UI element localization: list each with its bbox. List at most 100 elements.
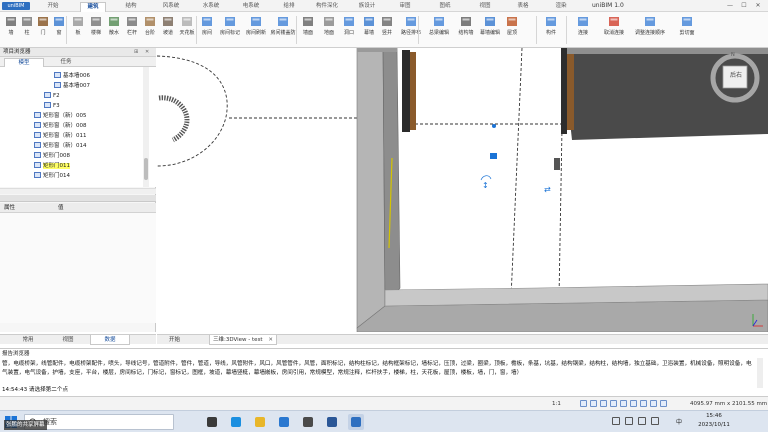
room-cover-button[interactable]: 房间镂盖防	[270, 14, 296, 46]
tab-view[interactable]: 视图	[474, 2, 496, 12]
tab-data[interactable]: 数据	[90, 335, 130, 345]
tab-start[interactable]: 开始	[42, 2, 64, 12]
tab-air-system[interactable]: 风系统	[158, 2, 184, 12]
door-jamb-right[interactable]	[567, 54, 574, 130]
file-explorer-icon[interactable]	[252, 414, 268, 430]
ramp-button[interactable]: 坡道	[160, 14, 176, 46]
grid-icon[interactable]	[600, 400, 607, 407]
track-icon[interactable]	[630, 400, 637, 407]
maximize-button[interactable]: ☐	[738, 1, 750, 11]
viewport-canvas[interactable]: ⇄ ↕	[157, 48, 768, 332]
wall-right-block[interactable]	[562, 48, 768, 140]
flip-arrows-icon[interactable]: ⇄	[544, 185, 551, 194]
tree-scroll-thumb[interactable]	[144, 158, 148, 180]
mail-icon[interactable]	[276, 414, 292, 430]
tab-model[interactable]: 模型	[4, 58, 44, 67]
beam-edit-button[interactable]: 总梁编辑	[426, 14, 452, 46]
edge-icon[interactable]	[228, 414, 244, 430]
wall-left[interactable]	[356, 48, 386, 329]
tab-structure[interactable]: 结构	[120, 2, 142, 12]
rotate-arrows-icon[interactable]: ↕	[482, 181, 489, 190]
room-tag-button[interactable]: 房间标记	[218, 14, 242, 46]
splitter[interactable]	[0, 195, 156, 202]
lineweight-icon[interactable]	[640, 400, 647, 407]
shaft-button[interactable]: 竖井	[378, 14, 396, 46]
polar-icon[interactable]	[610, 400, 617, 407]
tab-drainage[interactable]: 给排	[278, 2, 300, 12]
element-marker[interactable]	[490, 153, 497, 159]
arc-stair-element[interactable]	[158, 95, 190, 143]
word-icon[interactable]	[324, 414, 340, 430]
device-element[interactable]	[554, 158, 560, 170]
model-icon[interactable]	[650, 400, 657, 407]
tree-item[interactable]: F3	[44, 101, 60, 111]
app-logo[interactable]: uniBIM	[2, 2, 30, 10]
tree-item[interactable]: 矩形窗（新）008	[34, 121, 87, 131]
tab-task[interactable]: 任务	[46, 58, 86, 67]
section-box-button[interactable]: 剪切面	[672, 14, 702, 46]
tree-item[interactable]: 矩形窗（新）011	[34, 131, 87, 141]
tab-water-system[interactable]: 水系统	[198, 2, 224, 12]
float-panel-button[interactable]: ⊞	[134, 48, 138, 57]
ceiling-button[interactable]: 天花板	[178, 14, 196, 46]
floor-button[interactable]: 地面	[320, 14, 338, 46]
component-button[interactable]: 构件	[540, 14, 562, 46]
step-button[interactable]: 台阶	[142, 14, 158, 46]
network-icon[interactable]	[625, 417, 633, 425]
osnap-icon[interactable]	[620, 400, 627, 407]
tree-item[interactable]: F2	[44, 91, 60, 101]
stair-button[interactable]: 楼梯	[88, 14, 104, 46]
scale-readout[interactable]: 1:1	[552, 399, 561, 409]
unibim-icon[interactable]	[348, 414, 364, 430]
tree-hscrollbar[interactable]	[0, 188, 156, 194]
opening-button[interactable]: 洞口	[340, 14, 358, 46]
tab-render[interactable]: 渲染	[550, 2, 572, 12]
doc-tab-start[interactable]: 开始	[169, 335, 180, 345]
volume-icon[interactable]	[638, 417, 646, 425]
window-button[interactable]: 窗	[52, 14, 66, 46]
doc-tab-3dview[interactable]: 三维:3DView - test ✕	[209, 335, 277, 345]
door-button[interactable]: 门	[36, 14, 50, 46]
column-button[interactable]: 柱	[20, 14, 34, 46]
tree-item[interactable]: 矩形门008	[34, 151, 70, 161]
element-grip[interactable]	[492, 124, 496, 128]
door-frame-left[interactable]	[402, 50, 410, 132]
tree-item[interactable]: 矩形窗（新）005	[34, 111, 87, 121]
join-order-button[interactable]: 调整连接顺序	[632, 14, 668, 46]
tree-item[interactable]: 矩形窗（新）014	[34, 141, 87, 151]
ortho-icon[interactable]	[590, 400, 597, 407]
door-jamb-left[interactable]	[410, 52, 416, 130]
tab-common[interactable]: 常用	[8, 335, 48, 345]
wall-button[interactable]: 墙	[4, 14, 18, 46]
doc-tab-close-icon[interactable]: ✕	[268, 337, 273, 343]
curtain-edit-button[interactable]: 幕墙编辑	[480, 14, 500, 46]
command-line[interactable]: 14:54:43 请选择第二个点	[0, 385, 768, 395]
curtain-wall-button[interactable]: 幕墙	[360, 14, 378, 46]
tab-review[interactable]: 审图	[394, 2, 416, 12]
apron-button[interactable]: 散水	[106, 14, 122, 46]
task-view-icon[interactable]	[204, 414, 220, 430]
tab-architecture[interactable]: 建筑	[80, 2, 106, 12]
input-icon[interactable]	[651, 417, 659, 425]
tree-item[interactable]: 基本墙006	[54, 71, 90, 81]
tree-item[interactable]: 矩形门014	[34, 171, 70, 181]
unjoin-button[interactable]: 取消连接	[600, 14, 628, 46]
tab-views[interactable]: 视图	[48, 335, 88, 345]
path-layout-button[interactable]: 路径排布	[398, 14, 424, 46]
tab-electrical-system[interactable]: 电系统	[238, 2, 264, 12]
tab-drawings[interactable]: 图纸	[434, 2, 456, 12]
room-refresh-button[interactable]: 房间刷新	[244, 14, 268, 46]
roof-button[interactable]: 屋顶	[502, 14, 522, 46]
struct-wall-button[interactable]: 结构墙	[454, 14, 478, 46]
snap-icon[interactable]	[580, 400, 587, 407]
tree-item[interactable]: 基本墙007	[54, 81, 90, 91]
3d-viewport[interactable]: ⇄ ↕ 后右 N	[157, 48, 768, 332]
store-icon[interactable]	[300, 414, 316, 430]
taskbar-clock[interactable]: 15:46 2023/10/11	[690, 412, 738, 430]
railing-button[interactable]: 栏杆	[124, 14, 140, 46]
close-panel-button[interactable]: ✕	[145, 48, 149, 57]
tab-family-design[interactable]: 族设计	[356, 2, 378, 12]
tree-item[interactable]: 矩形门011	[34, 161, 70, 171]
tab-component-detail[interactable]: 构件深化	[312, 2, 342, 12]
slab-button[interactable]: 板	[70, 14, 86, 46]
